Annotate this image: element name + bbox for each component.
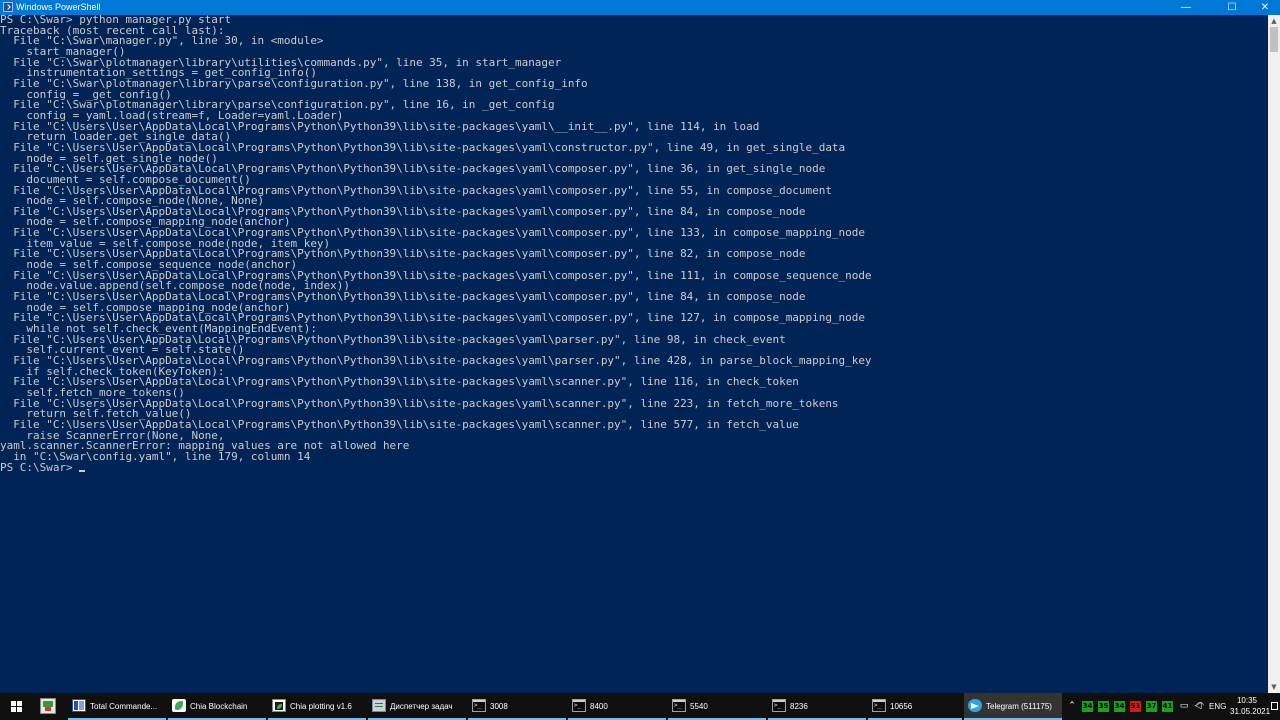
clock-time: 10:35	[1236, 696, 1258, 705]
taskbar-item-task-manager[interactable]: Диспетчер задач	[368, 693, 466, 720]
taskbar-item-label: 8400	[590, 702, 608, 711]
vertical-scrollbar[interactable]: ▲ ▼	[1268, 15, 1280, 693]
scroll-up-arrow-icon[interactable]: ▲	[1268, 15, 1280, 27]
telegram-icon	[968, 699, 982, 712]
system-tray: ⌃ 34 35 34 51 37 41 ▭ ◁	[1066, 693, 1206, 720]
tray-temperature-badge[interactable]: 34	[1082, 701, 1093, 712]
clock-date: 31.05.2021	[1230, 707, 1271, 716]
powershell-icon	[3, 2, 13, 12]
chevron-up-icon[interactable]: ⌃	[1066, 701, 1078, 712]
console-prompt: PS C:\Swar>	[0, 460, 80, 474]
taskbar-item-console-5540[interactable]: 5540	[668, 693, 766, 720]
console-icon	[872, 699, 886, 712]
powershell-window: Windows PowerShell — ☐ ✕ PS C:\Swar> pyt…	[0, 0, 1280, 693]
taskbar-item-label: Total Commande...	[90, 702, 158, 711]
chia-plotting-icon	[272, 699, 286, 712]
taskbar-item-telegram[interactable]: Telegram (511175)	[964, 693, 1062, 720]
wifi-icon[interactable]: ◠	[1194, 701, 1206, 712]
window-titlebar[interactable]: Windows PowerShell — ☐ ✕	[0, 0, 1280, 15]
taskbar-item-chia-blockchain[interactable]: Chia Blockchain	[168, 693, 266, 720]
console-text: PS C:\Swar> python manager.py start Trac…	[0, 15, 1268, 473]
tray-temperature-badge[interactable]: 34	[1114, 701, 1125, 712]
text-cursor	[79, 469, 86, 472]
window-title: Windows PowerShell	[16, 2, 101, 12]
scrollbar-thumb[interactable]	[1270, 27, 1278, 52]
taskbar-item-console-8400[interactable]: 8400	[568, 693, 666, 720]
console-icon	[572, 699, 586, 712]
taskbar-item-label: 5540	[690, 702, 708, 711]
taskbar-item-chia-plotting[interactable]: Chia plotting v1.6	[268, 693, 366, 720]
taskbar-item-console-10656[interactable]: 10656	[868, 693, 962, 720]
clock[interactable]: 10:35 31.05.2021	[1230, 695, 1271, 717]
console-icon	[472, 699, 486, 712]
start-button[interactable]	[0, 693, 33, 720]
pinned-app-icon[interactable]	[40, 698, 56, 714]
language-indicator[interactable]: ENG	[1209, 702, 1226, 711]
taskbar-item-label: 8236	[790, 702, 808, 711]
tray-temperature-badge[interactable]: 37	[1146, 701, 1157, 712]
network-icon[interactable]: ▭	[1178, 701, 1190, 712]
tray-temperature-badge[interactable]: 51	[1130, 701, 1141, 712]
console-output[interactable]: PS C:\Swar> python manager.py start Trac…	[0, 15, 1268, 693]
tray-temperature-badge[interactable]: 41	[1162, 701, 1173, 712]
taskbar-item-label: 3008	[490, 702, 508, 711]
minimize-button[interactable]: —	[1173, 0, 1199, 15]
taskbar-item-console-3008[interactable]: 3008	[468, 693, 566, 720]
taskbar: Total Commande... Chia Blockchain Chia p…	[0, 693, 1280, 720]
taskbar-item-label: 10656	[890, 702, 913, 711]
taskbar-item-label: Chia plotting v1.6	[290, 702, 352, 711]
scroll-down-arrow-icon[interactable]: ▼	[1268, 681, 1280, 693]
total-commander-icon	[72, 699, 86, 712]
chia-icon	[172, 699, 186, 712]
close-button[interactable]: ✕	[1252, 0, 1278, 15]
notification-center-button[interactable]	[1268, 693, 1280, 720]
taskbar-item-total-commander[interactable]: Total Commande...	[68, 693, 166, 720]
taskbar-item-label: Chia Blockchain	[190, 702, 248, 711]
tray-temperature-badge[interactable]: 35	[1098, 701, 1109, 712]
taskbar-item-label: Диспетчер задач	[390, 702, 453, 711]
notification-icon	[1271, 702, 1278, 710]
task-manager-icon	[372, 699, 386, 712]
taskbar-item-console-8236[interactable]: 8236	[768, 693, 866, 720]
console-icon	[672, 699, 686, 712]
maximize-button[interactable]: ☐	[1219, 0, 1245, 15]
console-icon	[772, 699, 786, 712]
taskbar-item-label: Telegram (511175)	[986, 702, 1052, 711]
windows-logo-icon	[11, 701, 22, 712]
